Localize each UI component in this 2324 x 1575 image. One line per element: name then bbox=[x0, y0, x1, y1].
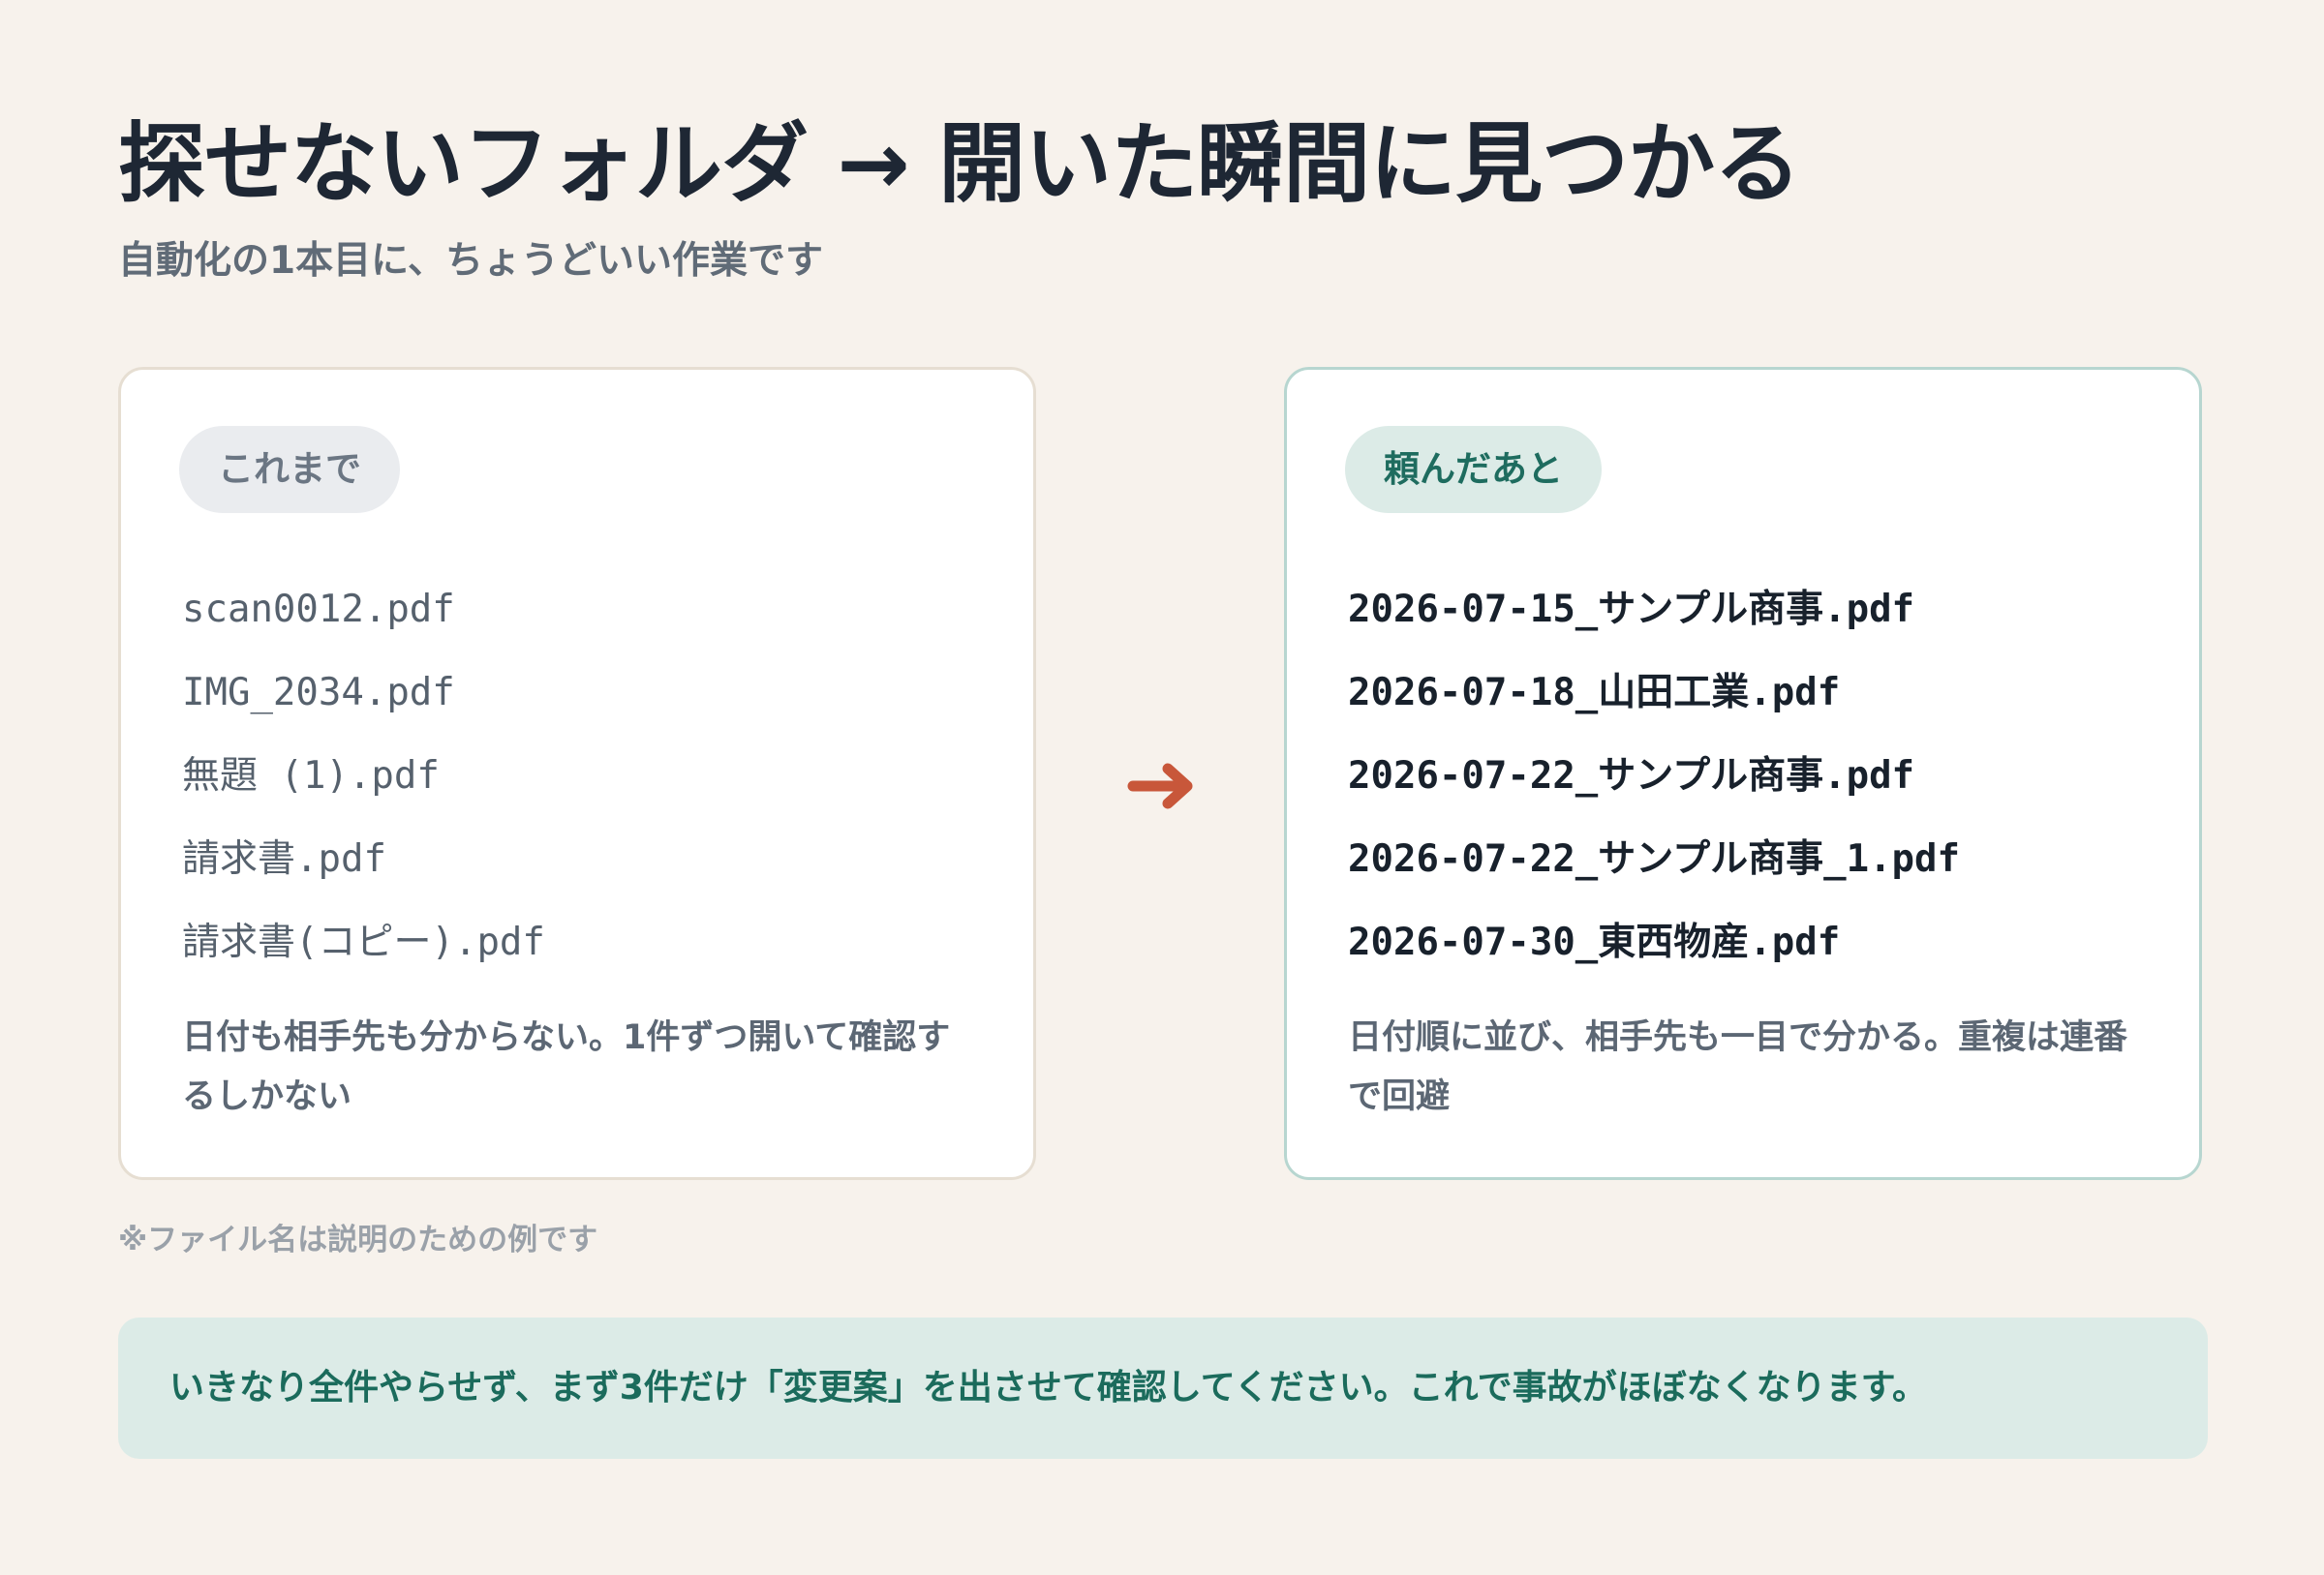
after-file-item: 2026-07-30_東西物産.pdf bbox=[1348, 921, 1841, 964]
after-card: 頼んだあと 2026-07-15_サンプル商事.pdf 2026-07-18_山… bbox=[1284, 367, 2202, 1180]
footnote: ※ファイル名は説明のための例です bbox=[118, 1223, 598, 1257]
before-file-item: scan0012.pdf bbox=[182, 588, 455, 631]
right-arrow-icon bbox=[1127, 763, 1193, 809]
page-title: 探せないフォルダ → 開いた瞬間に見つかる bbox=[118, 113, 1801, 215]
page-subtitle: 自動化の1本目に、ちょうどいい作業です bbox=[118, 239, 823, 283]
after-badge: 頼んだあと bbox=[1345, 426, 1602, 513]
page: 探せないフォルダ → 開いた瞬間に見つかる 自動化の1本目に、ちょうどいい作業で… bbox=[118, 0, 2208, 1575]
tip-banner: いきなり全件やらせず、まず3件だけ「変更案」を出させて確認してください。これで事… bbox=[118, 1318, 2208, 1459]
before-badge: これまで bbox=[179, 426, 400, 513]
after-note: 日付順に並び、相手先も一目で分かる。重複は連番で回避 bbox=[1348, 1018, 2128, 1116]
before-file-item: 請求書(コピー).pdf bbox=[182, 921, 545, 964]
after-file-item: 2026-07-15_サンプル商事.pdf bbox=[1348, 588, 1915, 631]
after-file-item: 2026-07-22_サンプル商事_1.pdf bbox=[1348, 837, 1960, 881]
after-file-list: 2026-07-15_サンプル商事.pdf 2026-07-18_山田工業.pd… bbox=[1348, 568, 1960, 984]
before-file-item: 請求書.pdf bbox=[182, 837, 386, 881]
before-card: これまで scan0012.pdf IMG_2034.pdf 無題 (1).pd… bbox=[118, 367, 1036, 1180]
before-file-list: scan0012.pdf IMG_2034.pdf 無題 (1).pdf 請求書… bbox=[182, 568, 545, 984]
before-file-item: IMG_2034.pdf bbox=[182, 671, 455, 714]
after-file-item: 2026-07-22_サンプル商事.pdf bbox=[1348, 754, 1915, 798]
after-file-item: 2026-07-18_山田工業.pdf bbox=[1348, 671, 1841, 714]
before-file-item: 無題 (1).pdf bbox=[182, 754, 440, 798]
before-note: 日付も相手先も分からない。1件ずつ開いて確認するしかない bbox=[182, 1018, 951, 1116]
